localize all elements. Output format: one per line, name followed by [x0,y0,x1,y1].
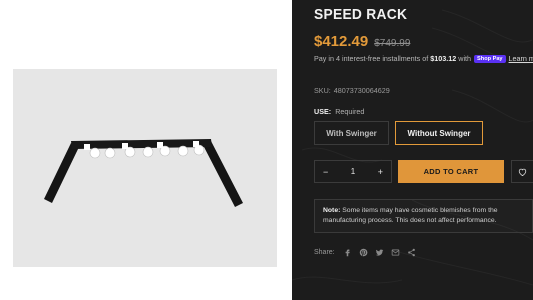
share-icon[interactable] [407,248,416,257]
note-box: Note: Some items may have cosmetic blemi… [314,199,533,233]
product-gallery [0,0,292,300]
facebook-icon[interactable] [343,248,352,257]
rack-right-leg [203,141,243,207]
heart-icon [518,168,527,176]
sku-line: SKU: 48073730064629 [314,86,390,95]
quantity-decrease-button[interactable]: − [323,167,328,177]
sku-value: 48073730064629 [333,86,390,95]
shop-pay-badge: Shop Pay [474,54,506,63]
installments-text: Pay in 4 interest-free installments of [314,54,429,63]
note-text: Some items may have cosmetic blemishes f… [323,207,498,224]
sku-label: SKU: [314,86,331,95]
pinterest-icon[interactable] [359,248,368,257]
email-icon[interactable] [391,248,400,257]
speed-rack-illustration [44,139,243,207]
product-title: SPEED RACK [314,6,408,23]
product-image[interactable] [13,69,277,267]
add-to-cart-button[interactable]: ADD TO CART [398,160,504,183]
twitter-icon[interactable] [375,248,384,257]
product-info-panel: SPEED RACK $412.49 $749.99 Pay in 4 inte… [292,0,533,300]
option-with-swinger[interactable]: With Swinger [314,121,389,145]
option-without-swinger[interactable]: Without Swinger [395,121,483,145]
wishlist-button[interactable] [511,160,533,183]
use-required: Required [335,107,365,116]
share-label: Share: [314,249,335,256]
share-row: Share: [314,248,423,257]
use-label: USE: [314,107,332,116]
compare-price: $749.99 [374,38,411,49]
quantity-stepper: − 1 + [314,160,392,183]
sale-price: $412.49 [314,33,369,50]
price-row: $412.49 $749.99 [314,33,410,50]
use-option-label: USE: Required [314,107,364,116]
installments-info: Pay in 4 interest-free installments of $… [314,54,533,63]
rack-top-bar [71,139,212,149]
quantity-value[interactable]: 1 [351,167,355,176]
quantity-increase-button[interactable]: + [378,167,383,177]
installment-amount: $103.12 [430,54,457,63]
note-label: Note: [323,207,341,214]
rack-left-leg [44,143,79,203]
installments-with: with [458,54,472,63]
learn-more-link[interactable]: Learn more [509,54,533,63]
